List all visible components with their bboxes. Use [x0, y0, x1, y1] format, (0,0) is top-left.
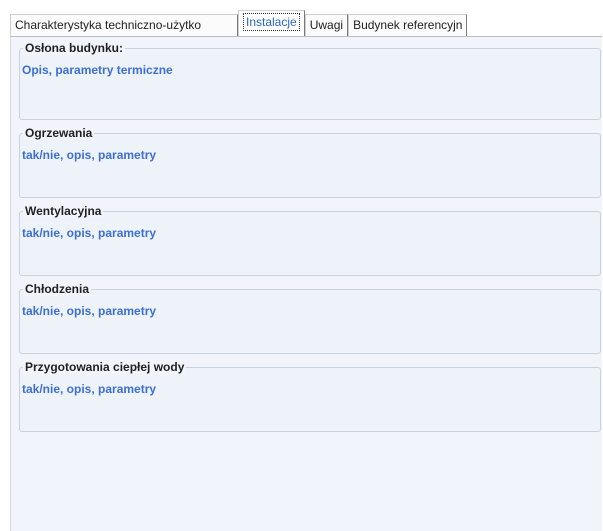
- group-value[interactable]: tak/nie, opis, parametry: [22, 304, 156, 318]
- group-title: Wentylacyjna: [23, 204, 104, 218]
- tab-budynek-referencyjny-label: Budynek referencyjn: [353, 18, 463, 32]
- group-title: Przygotowania ciepłej wody: [23, 360, 187, 374]
- tab-bar: Charakterystyka techniczno-użytko Instal…: [10, 10, 468, 36]
- tab-uwagi[interactable]: Uwagi: [304, 14, 349, 36]
- group-chlodzenia: Chłodzenia tak/nie, opis, parametry: [19, 282, 601, 354]
- group-title: Chłodzenia: [23, 282, 92, 296]
- group-value[interactable]: tak/nie, opis, parametry: [22, 148, 156, 162]
- group-wentylacyjna: Wentylacyjna tak/nie, opis, parametry: [19, 204, 601, 276]
- group-title: Osłona budynku:: [23, 41, 126, 55]
- tab-charakterystyka[interactable]: Charakterystyka techniczno-użytko: [10, 14, 238, 36]
- tab-charakterystyka-label: Charakterystyka techniczno-użytko: [15, 18, 202, 32]
- group-title: Ogrzewania: [23, 126, 95, 140]
- group-oslona-budynku: Osłona budynku: Opis, parametry termiczn…: [19, 41, 601, 120]
- group-value[interactable]: Opis, parametry termiczne: [22, 63, 173, 77]
- tab-instalacje[interactable]: Instalacje: [238, 10, 305, 36]
- tab-budynek-referencyjny[interactable]: Budynek referencyjn: [348, 14, 468, 36]
- group-value[interactable]: tak/nie, opis, parametry: [22, 382, 156, 396]
- instalacje-panel: Osłona budynku: Opis, parametry termiczn…: [10, 36, 602, 531]
- tab-uwagi-label: Uwagi: [309, 18, 344, 32]
- tab-instalacje-label: Instalacje: [243, 13, 300, 31]
- group-przygotowania-cieplej-wody: Przygotowania ciepłej wody tak/nie, opis…: [19, 360, 601, 432]
- group-value[interactable]: tak/nie, opis, parametry: [22, 226, 156, 240]
- group-ogrzewania: Ogrzewania tak/nie, opis, parametry: [19, 126, 601, 198]
